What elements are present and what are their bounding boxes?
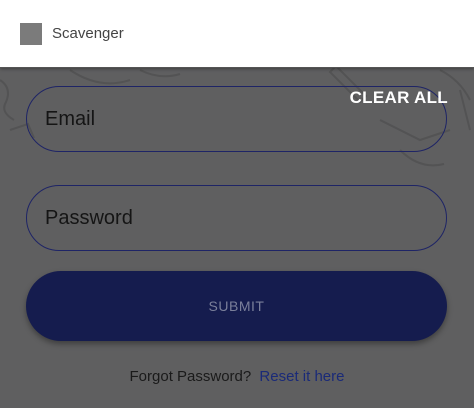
password-field[interactable]: [26, 185, 447, 251]
submit-button[interactable]: SUBMIT: [26, 271, 447, 341]
login-screen: Scavenger CLEAR ALL SUBMIT Forgot Passwo…: [0, 0, 474, 408]
app-title: Scavenger: [52, 25, 124, 42]
forgot-password-row: Forgot Password? Reset it here: [0, 368, 474, 385]
forgot-password-text: Forgot Password?: [129, 368, 252, 385]
app-icon: [20, 22, 42, 45]
reset-password-link[interactable]: Reset it here: [259, 368, 344, 385]
password-input[interactable]: [45, 206, 425, 230]
app-bar: Scavenger: [0, 0, 474, 68]
email-input[interactable]: [45, 107, 425, 131]
clear-all-button[interactable]: CLEAR ALL: [350, 88, 448, 108]
